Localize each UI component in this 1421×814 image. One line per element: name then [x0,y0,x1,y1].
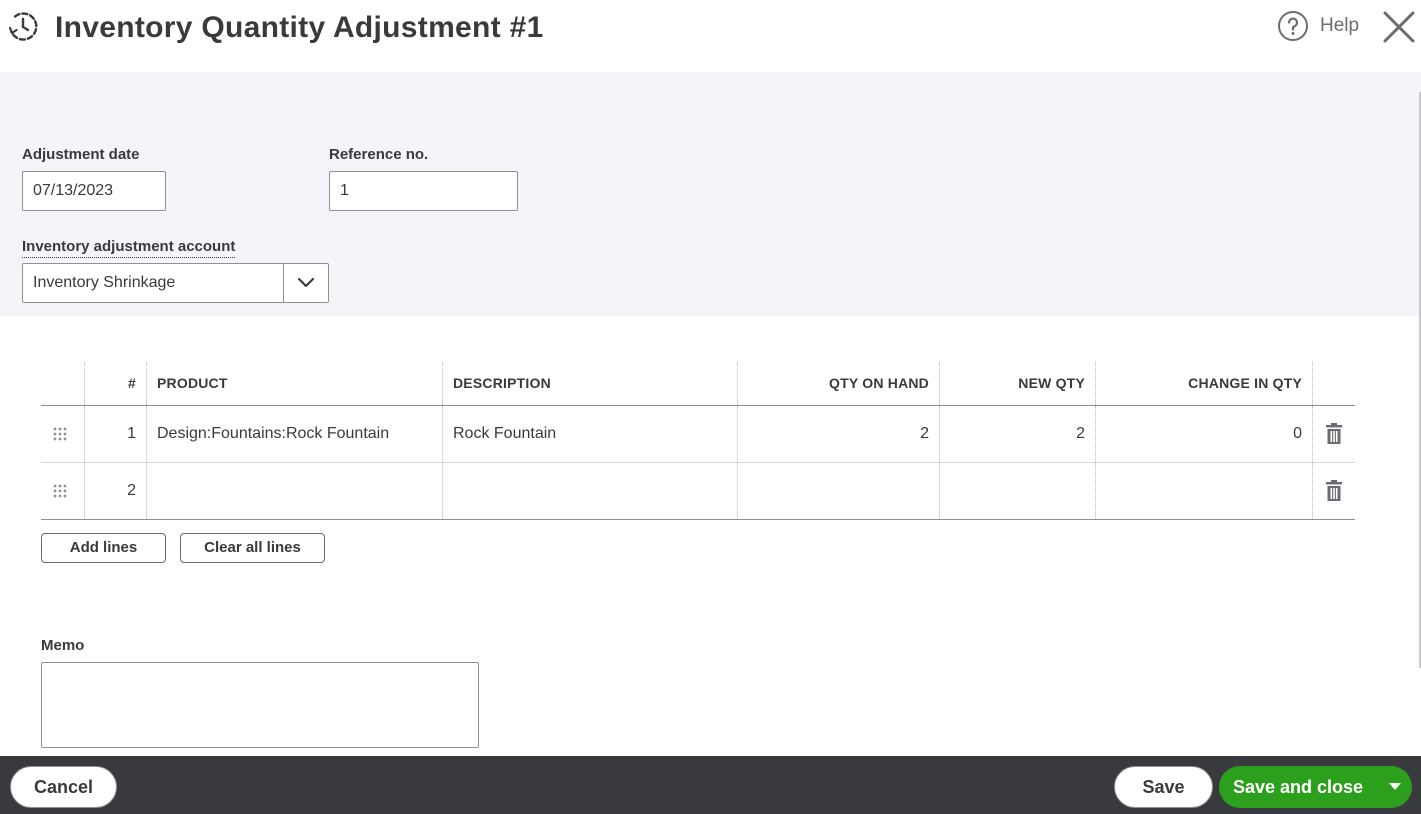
account-dropdown-button[interactable] [283,264,328,302]
trash-icon[interactable] [1326,480,1342,501]
trash-icon[interactable] [1326,423,1342,444]
save-button[interactable]: Save [1114,766,1213,808]
row-drag-cell [41,406,85,462]
row-qty-on-hand: 2 [738,406,940,462]
history-clock-icon[interactable] [7,10,39,42]
add-lines-button[interactable]: Add lines [41,533,166,563]
drag-handle-icon[interactable] [53,484,67,498]
header-product: PRODUCT [147,362,443,405]
row-qty-on-hand [738,463,940,519]
help-label: Help [1320,15,1360,36]
drag-handle-icon[interactable] [53,427,67,441]
row-change-in-qty[interactable]: 0 [1096,406,1313,462]
row-num: 1 [85,406,147,462]
header-qty-on-hand: QTY ON HAND [738,362,940,405]
caret-down-icon [1388,783,1401,790]
header-num: # [85,362,147,405]
footer-bar: Cancel Save Save and close [0,756,1421,814]
reference-no-input[interactable] [329,171,518,211]
clear-all-lines-button[interactable]: Clear all lines [180,533,325,563]
memo-label: Memo [41,637,85,654]
row-product[interactable]: Design:Fountains:Rock Fountain [147,406,443,462]
header-description: DESCRIPTION [443,362,738,405]
inventory-adjustment-account-label: Inventory adjustment account [22,238,236,258]
question-circle-icon [1278,11,1308,41]
account-select-value: Inventory Shrinkage [33,274,176,291]
reference-no-label: Reference no. [329,146,429,163]
row-change-in-qty[interactable] [1096,463,1313,519]
row-description[interactable] [443,463,738,519]
cancel-button[interactable]: Cancel [10,766,117,808]
row-new-qty[interactable]: 2 [940,406,1096,462]
adjustment-date-label: Adjustment date [22,146,140,163]
chevron-down-icon [297,277,315,288]
close-x-icon[interactable] [1382,10,1416,44]
header-change-in-qty: CHANGE IN QTY [1096,362,1313,405]
row-delete-cell [1313,406,1355,462]
save-and-close-button[interactable]: Save and close [1219,766,1412,808]
row-new-qty[interactable] [940,463,1096,519]
inventory-adjustment-account-select[interactable]: Inventory Shrinkage [22,263,329,303]
page-title: Inventory Quantity Adjustment #1 [55,11,544,44]
save-and-close-label: Save and close [1232,777,1364,797]
header-drag-col [41,362,85,405]
memo-textarea[interactable] [41,662,479,748]
adjustment-date-input[interactable] [22,171,166,211]
row-product[interactable] [147,463,443,519]
row-num: 2 [85,463,147,519]
table-row[interactable]: 1 Design:Fountains:Rock Fountain Rock Fo… [41,406,1355,463]
page-header: Inventory Quantity Adjustment #1 Help [0,0,1421,72]
table-header-row: # PRODUCT DESCRIPTION QTY ON HAND NEW QT… [41,362,1355,406]
row-delete-cell [1313,463,1355,519]
table-row[interactable]: 2 [41,463,1355,520]
row-description[interactable]: Rock Fountain [443,406,738,462]
save-options-dropdown[interactable] [1377,766,1412,808]
row-drag-cell [41,463,85,519]
help-button[interactable]: Help [1277,10,1359,42]
header-new-qty: NEW QTY [940,362,1096,405]
